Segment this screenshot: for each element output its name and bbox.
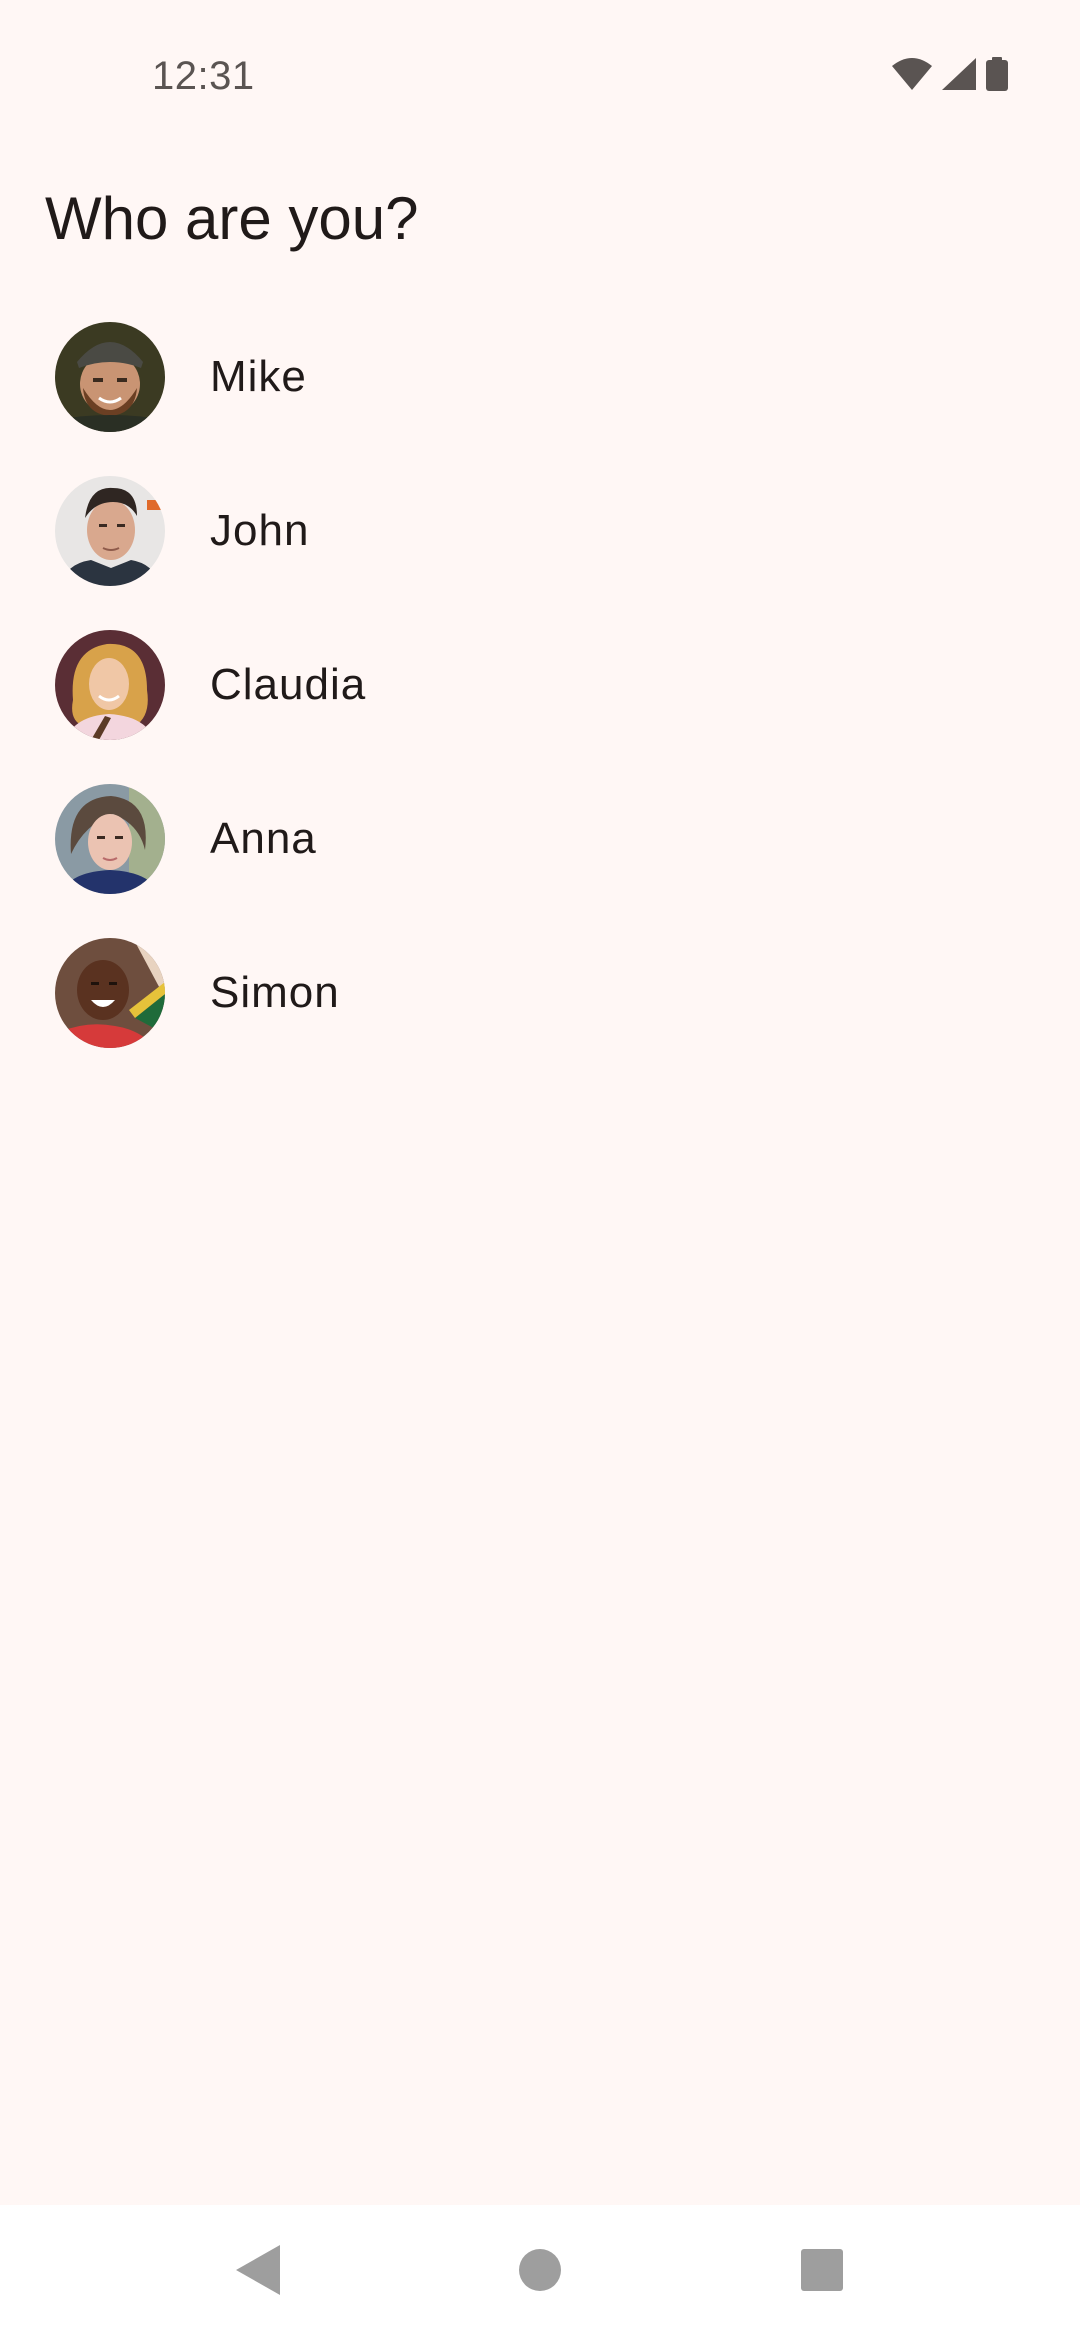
wifi-icon: [892, 58, 932, 90]
user-name: Anna: [210, 814, 317, 863]
screen: 12:31 Who are you? Mike John Claudia Ann…: [0, 0, 1080, 2340]
avatar-john: [55, 476, 165, 586]
avatar-simon: [55, 938, 165, 1048]
status-bar: 12:31: [0, 0, 1080, 150]
status-time: 12:31: [152, 54, 255, 98]
home-icon: [518, 2249, 561, 2296]
user-name: Claudia: [210, 660, 367, 709]
recents-icon: [800, 2249, 843, 2296]
user-item-anna[interactable]: Anna: [0, 762, 1080, 916]
cell-signal-icon: [942, 58, 976, 90]
user-name: John: [210, 506, 310, 555]
navigation-bar: [0, 2205, 1080, 2340]
back-button[interactable]: [190, 2205, 325, 2340]
user-item-mike[interactable]: Mike: [0, 300, 1080, 454]
user-name: Simon: [210, 968, 340, 1017]
user-item-claudia[interactable]: Claudia: [0, 608, 1080, 762]
user-item-john[interactable]: John: [0, 454, 1080, 608]
avatar-anna: [55, 784, 165, 894]
recents-button[interactable]: [754, 2205, 889, 2340]
home-button[interactable]: [472, 2205, 607, 2340]
back-icon: [235, 2245, 280, 2300]
user-name: Mike: [210, 352, 307, 401]
user-list: Mike John Claudia Anna Simon: [0, 300, 1080, 1070]
status-icons: [892, 56, 1008, 92]
avatar-mike: [55, 322, 165, 432]
avatar-claudia: [55, 630, 165, 740]
user-item-simon[interactable]: Simon: [0, 916, 1080, 1070]
battery-icon: [986, 57, 1008, 91]
page-title: Who are you?: [45, 185, 419, 252]
